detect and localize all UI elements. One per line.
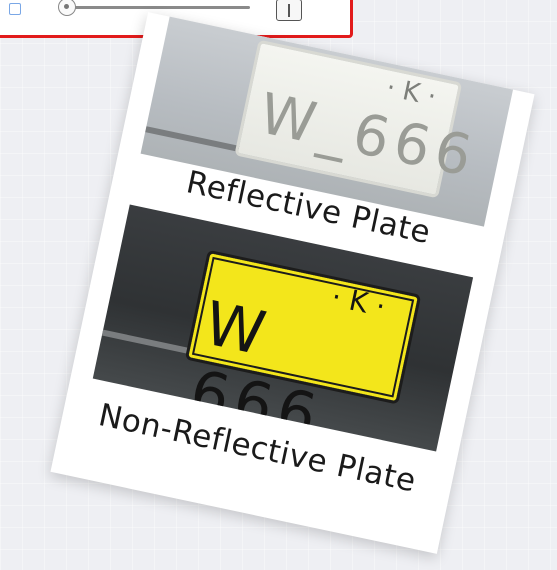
- plate-comparison-card: · K · W_666 Reflective Plate · K · W 666…: [50, 12, 535, 554]
- slider-track[interactable]: [65, 6, 250, 9]
- non-reflective-license-plate: · K · W 666: [184, 249, 422, 452]
- plate-number: W_666: [253, 81, 483, 191]
- option-checkbox[interactable]: [9, 3, 21, 15]
- slider-handle[interactable]: [58, 0, 76, 16]
- step-button[interactable]: [276, 0, 302, 21]
- reflective-license-plate: · K · W_666: [234, 39, 483, 199]
- plate-province-mark: · K ·: [383, 72, 439, 113]
